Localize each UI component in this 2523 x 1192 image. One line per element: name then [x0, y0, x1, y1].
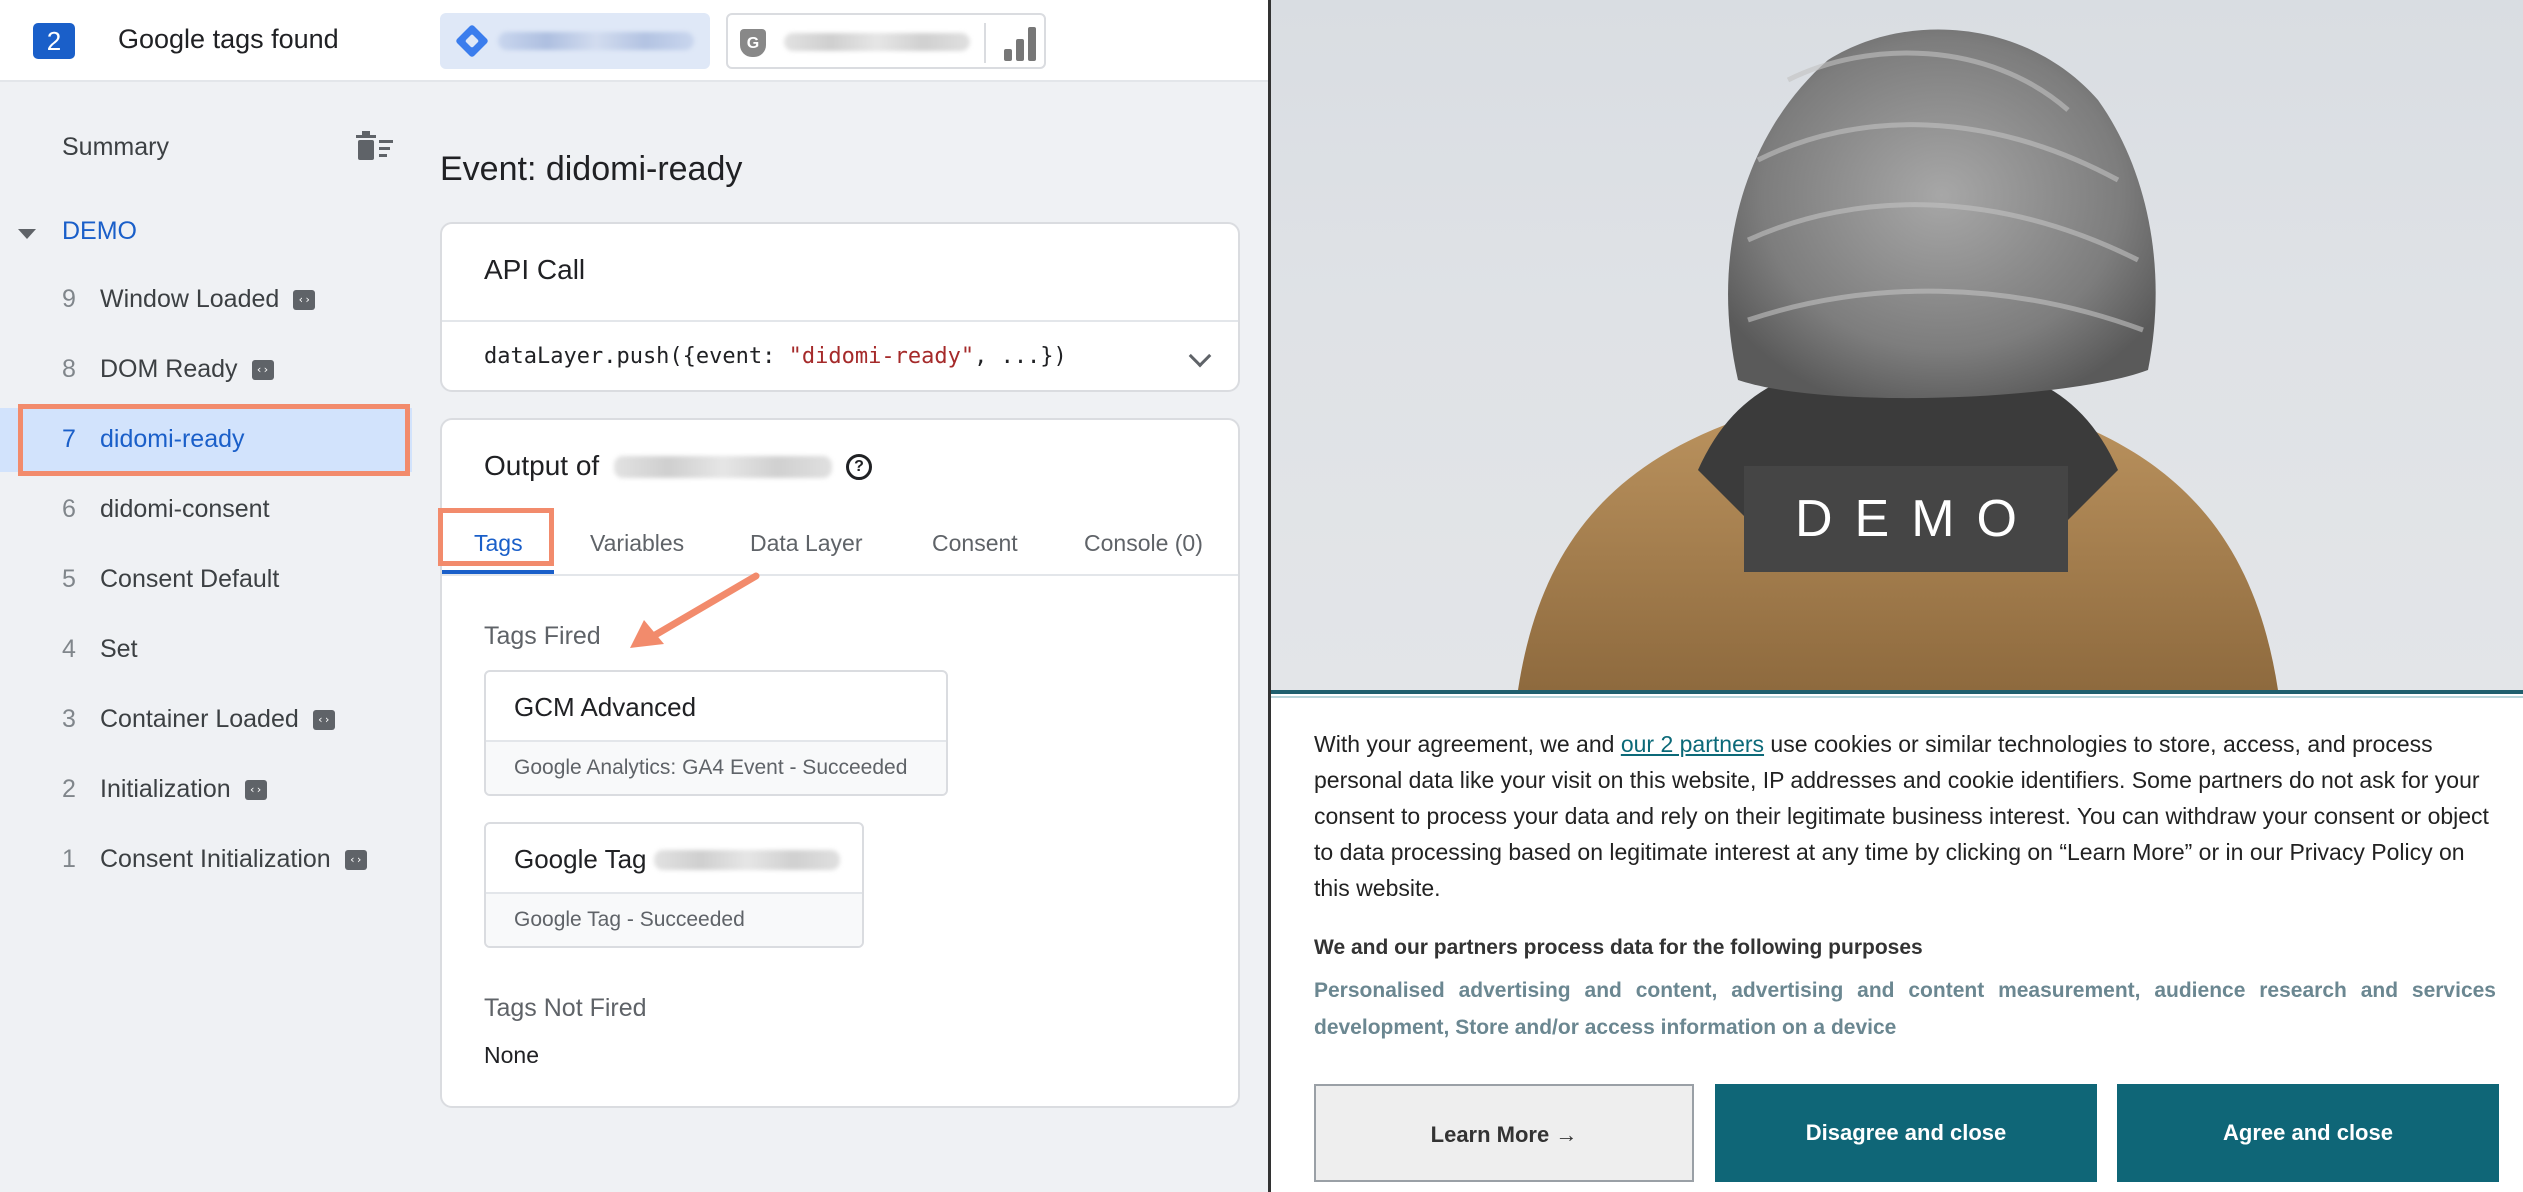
code-icon: ‹› — [344, 850, 367, 871]
google-tag-icon: G — [740, 29, 766, 57]
event-name: Container Loaded — [100, 705, 299, 733]
demo-website: DEMO With your agreement, we and our 2 p… — [1268, 0, 2523, 1192]
tags-not-fired-value: None — [484, 1042, 539, 1068]
event-item-consent-default[interactable]: 5 Consent Default — [0, 548, 412, 612]
redacted-tag-id — [784, 33, 970, 51]
app-title: Google tags found — [118, 24, 339, 54]
output-label: Output of — [484, 450, 600, 481]
event-item-initialization[interactable]: 2 Initialization ‹› — [0, 758, 412, 822]
event-detail: Event: didomi-ready API Call dataLayer.p… — [412, 82, 1268, 1192]
event-name: Initialization — [100, 775, 231, 803]
tag-assistant-panel: 2 Google tags found G Summary DEMO 9 Win… — [0, 0, 1268, 1192]
tag-status: Google Tag - Succeeded — [486, 892, 862, 946]
api-call-header: API Call — [484, 254, 586, 285]
tag-name: GCM Advanced — [514, 692, 697, 722]
event-name: Set — [100, 635, 138, 663]
tab-data-layer[interactable]: Data Layer — [750, 530, 863, 557]
event-number: 3 — [62, 705, 76, 733]
code-icon: ‹› — [312, 710, 335, 731]
event-name: Window Loaded — [100, 285, 280, 313]
event-item-didomi-consent[interactable]: 6 didomi-consent — [0, 478, 412, 542]
event-number: 1 — [62, 845, 76, 873]
purposes-heading: We and our partners process data for the… — [1314, 936, 1923, 959]
tab-variables[interactable]: Variables — [590, 530, 684, 557]
event-item-window-loaded[interactable]: 9 Window Loaded ‹› — [0, 268, 412, 332]
clear-events-icon[interactable] — [356, 130, 394, 162]
tag-name: Google Tag — [514, 844, 647, 874]
partners-link[interactable]: our 2 partners — [1621, 731, 1764, 757]
panel-divider — [1268, 0, 1271, 1192]
tag-card-google-tag[interactable]: Google Tag Google Tag - Succeeded — [484, 822, 864, 948]
event-number: 5 — [62, 565, 76, 593]
container-label: DEMO — [62, 217, 137, 245]
active-tab-indicator — [442, 570, 554, 574]
divider — [442, 320, 1238, 322]
tag-status: Google Analytics: GA4 Event - Succeeded — [486, 740, 946, 794]
event-number: 4 — [62, 635, 76, 663]
redacted-tag-id — [654, 850, 840, 870]
hero-badge: DEMO — [1744, 466, 2068, 572]
event-item-dom-ready[interactable]: 8 DOM Ready ‹› — [0, 338, 412, 402]
event-name: DOM Ready — [100, 355, 238, 383]
highlight-box-selected-event — [18, 404, 410, 476]
redacted-container-id — [498, 32, 694, 50]
consent-banner: With your agreement, we and our 2 partne… — [1268, 690, 2523, 1192]
analytics-bars-icon — [1004, 25, 1038, 61]
event-name: Consent Initialization — [100, 845, 331, 873]
hero-photo-person-beanie — [1518, 29, 2278, 690]
event-item-consent-initialization[interactable]: 1 Consent Initialization ‹› — [0, 828, 412, 892]
agree-button[interactable]: Agree and close — [2117, 1084, 2499, 1182]
tab-console[interactable]: Console (0) — [1084, 530, 1203, 557]
event-name: Consent Default — [100, 565, 280, 593]
consent-text: With your agreement, we and our 2 partne… — [1314, 731, 2489, 901]
purposes-list: Personalised advertising and content, ad… — [1314, 979, 2496, 1039]
chevron-down-icon[interactable] — [1188, 344, 1212, 368]
code-icon: ‹› — [244, 780, 267, 801]
event-name: didomi-consent — [100, 495, 270, 523]
tag-card-gcm-advanced[interactable]: GCM Advanced Google Analytics: GA4 Event… — [484, 670, 948, 796]
event-item-set[interactable]: 4 Set — [0, 618, 412, 682]
event-number: 6 — [62, 495, 76, 523]
code-icon: ‹› — [293, 290, 316, 311]
tags-not-fired-label: Tags Not Fired — [484, 994, 647, 1022]
event-number: 8 — [62, 355, 76, 383]
tag-count-badge: 2 — [33, 23, 75, 59]
hero-image: DEMO — [1268, 0, 2523, 690]
google-tag-chip[interactable]: G — [726, 13, 1046, 69]
event-number: 2 — [62, 775, 76, 803]
event-title: Event: didomi-ready — [440, 150, 743, 188]
api-call-card: API Call dataLayer.push({event: "didomi-… — [440, 222, 1240, 392]
disagree-button[interactable]: Disagree and close — [1715, 1084, 2097, 1182]
tab-consent[interactable]: Consent — [932, 530, 1018, 557]
arrow-annotation — [630, 572, 760, 648]
help-icon[interactable]: ? — [846, 454, 872, 480]
gtm-container-chip[interactable] — [440, 13, 710, 69]
summary-link[interactable]: Summary — [62, 133, 169, 162]
highlight-box-tags-tab — [438, 508, 554, 566]
output-card: Output of ? Tags Variables Data Layer Co… — [438, 418, 1240, 1108]
container-group[interactable]: DEMO — [0, 214, 412, 254]
gtm-icon — [455, 24, 489, 58]
caret-down-icon[interactable] — [18, 229, 36, 239]
code-icon: ‹› — [251, 360, 274, 381]
event-sidebar: Summary DEMO 9 Window Loaded ‹› 8 DOM Rea… — [0, 82, 412, 1192]
redacted-output-id — [614, 456, 832, 478]
tags-fired-label: Tags Fired — [484, 622, 601, 650]
output-tabs: Tags Variables Data Layer Consent Consol… — [442, 510, 1238, 576]
top-bar: 2 Google tags found G — [0, 0, 1268, 82]
api-call-code[interactable]: dataLayer.push({event: "didomi-ready", .… — [484, 344, 1067, 369]
chip-divider — [984, 23, 986, 63]
learn-more-button[interactable]: Learn More → — [1314, 1084, 1694, 1182]
event-item-container-loaded[interactable]: 3 Container Loaded ‹› — [0, 688, 412, 752]
event-number: 9 — [62, 285, 76, 313]
